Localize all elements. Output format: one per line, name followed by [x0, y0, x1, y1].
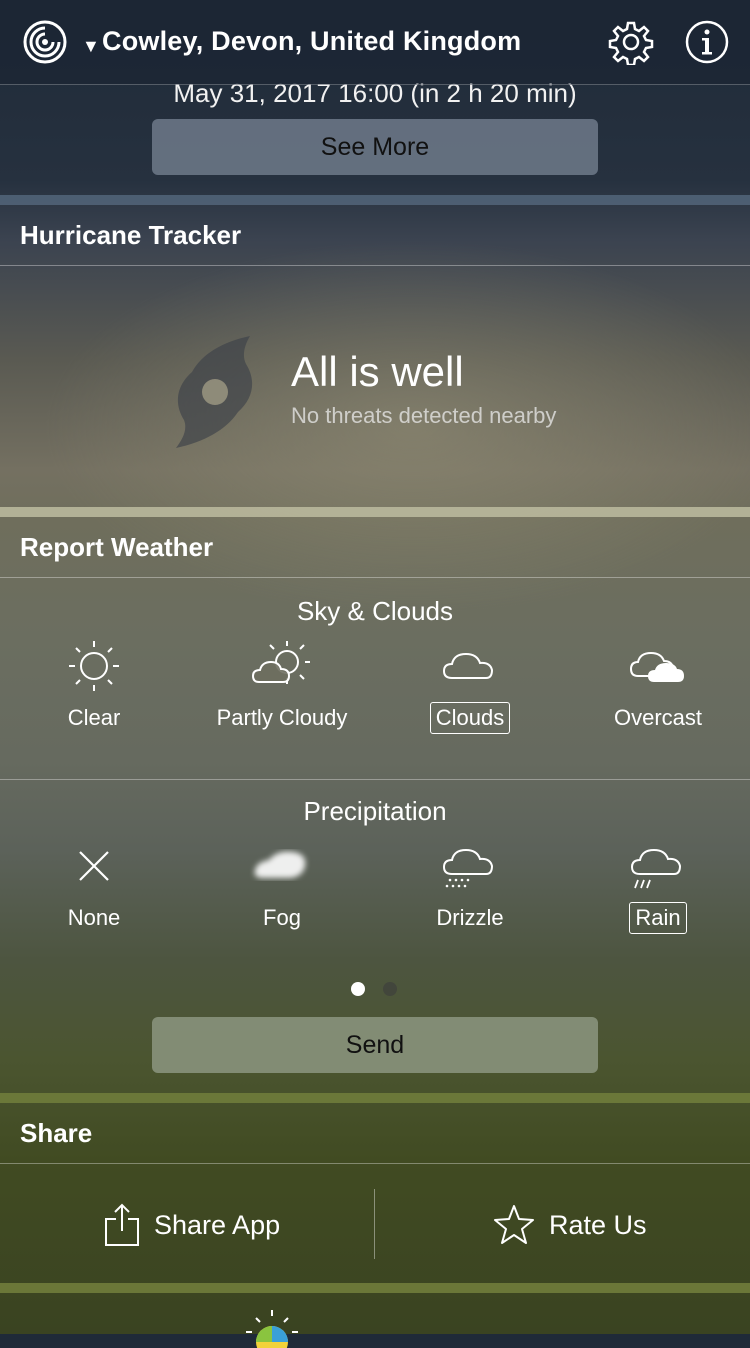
- hurricane-status: All is well: [291, 348, 464, 395]
- sky-option-label: Overcast: [613, 705, 703, 730]
- x-icon: [79, 851, 109, 881]
- hurricane-status-detail: No threats detected nearby: [291, 403, 557, 428]
- sky-option-overcast[interactable]: Overcast: [568, 638, 748, 734]
- share-app-button[interactable]: Share App: [104, 1190, 280, 1260]
- sky-option-label: Clouds: [429, 702, 511, 734]
- section-separator: [0, 1283, 750, 1293]
- section-separator: [0, 1093, 750, 1103]
- hurricane-tracker-header: Hurricane Tracker: [0, 206, 750, 266]
- app-logo-icon[interactable]: [22, 19, 68, 65]
- star-icon: [494, 1205, 534, 1244]
- page-indicator-dot[interactable]: [383, 982, 397, 996]
- rain-icon: [630, 848, 682, 889]
- share-header: Share: [0, 1104, 750, 1164]
- cloud-icon: [442, 652, 494, 679]
- share-app-label: Share App: [154, 1209, 281, 1240]
- section-separator: [0, 195, 750, 205]
- divider: [0, 779, 750, 780]
- sky-clouds-title: Sky & Clouds: [296, 596, 454, 626]
- gear-icon[interactable]: [608, 19, 654, 65]
- precip-option-drizzle[interactable]: Drizzle: [380, 838, 560, 934]
- precip-option-label: Fog: [263, 905, 301, 930]
- dropdown-arrow-icon[interactable]: ▼: [82, 36, 100, 57]
- precip-option-rain[interactable]: Rain: [568, 838, 748, 934]
- fog-icon: [254, 851, 306, 878]
- sky-option-clear[interactable]: Clear: [4, 638, 184, 734]
- page-indicator-dot-active[interactable]: [351, 982, 365, 996]
- sky-option-label: Clear: [67, 705, 121, 730]
- report-weather-header: Report Weather: [0, 518, 750, 578]
- app-brand-icon: [246, 1310, 298, 1348]
- see-more-button[interactable]: See More: [152, 119, 598, 175]
- drizzle-icon: [442, 848, 494, 888]
- sky-option-label: Partly Cloudy: [216, 705, 348, 730]
- precip-option-label: None: [67, 905, 121, 930]
- sun-icon: [69, 641, 119, 691]
- precip-option-label: Drizzle: [436, 905, 504, 930]
- precip-option-fog[interactable]: Fog: [192, 838, 372, 934]
- rate-us-button[interactable]: Rate Us: [493, 1190, 647, 1260]
- location-selector[interactable]: Cowley, Devon, United Kingdom: [102, 26, 521, 57]
- precip-option-none[interactable]: None: [4, 838, 184, 934]
- section-separator: [0, 507, 750, 517]
- overcast-icon: [629, 651, 684, 682]
- hurricane-icon: [176, 336, 253, 448]
- send-button[interactable]: Send: [152, 1017, 598, 1073]
- precip-option-label: Rain: [629, 902, 687, 934]
- share-icon: [105, 1203, 139, 1246]
- sky-option-clouds[interactable]: Clouds: [380, 638, 560, 734]
- info-icon[interactable]: [684, 19, 730, 65]
- sky-option-partly-cloudy[interactable]: Partly Cloudy: [192, 638, 372, 734]
- top-bar: ▼ Cowley, Devon, United Kingdom: [0, 0, 750, 85]
- precipitation-title: Precipitation: [303, 796, 447, 826]
- partly-cloudy-icon: [251, 641, 310, 684]
- rate-us-label: Rate Us: [549, 1209, 647, 1240]
- divider: [374, 1189, 375, 1259]
